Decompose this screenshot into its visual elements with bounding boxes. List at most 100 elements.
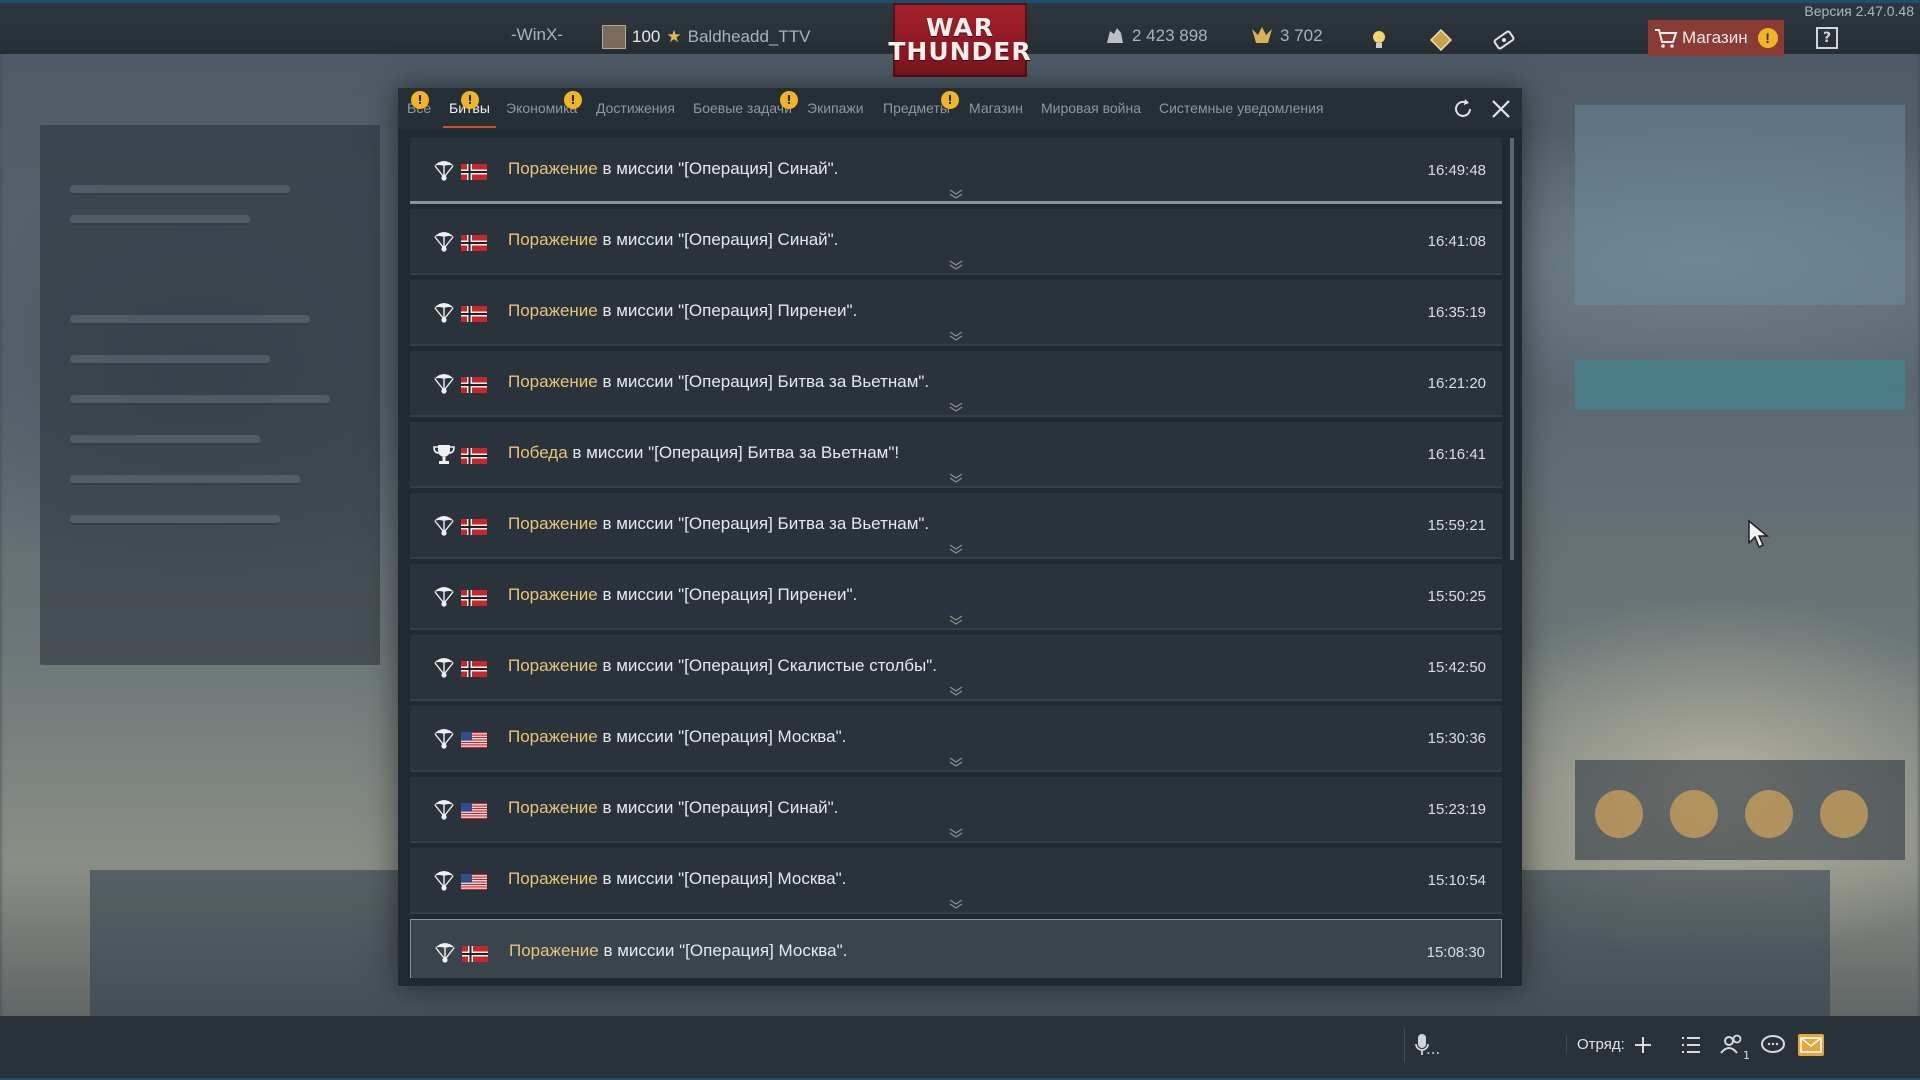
mission-text: в миссии "[Операция] Синай". bbox=[597, 159, 839, 178]
tab-battles[interactable]: Битвы ! bbox=[443, 91, 496, 128]
notification-time: 15:30:36 bbox=[1427, 730, 1486, 747]
mission-text: в миссии "[Операция] Синай". bbox=[597, 798, 839, 817]
expand-chevron-icon[interactable] bbox=[948, 894, 964, 909]
mission-text: в миссии "[Операция] Москва". bbox=[597, 869, 847, 888]
tab-label: Достижения bbox=[596, 100, 675, 116]
golden-eagles-balance[interactable]: 3 702 bbox=[1250, 25, 1323, 47]
squad-label: Отряд: bbox=[1566, 1036, 1625, 1053]
version-label: Версия 2.47.0.48 bbox=[1804, 3, 1914, 19]
tab-all[interactable]: Все ! bbox=[407, 91, 431, 116]
tab-label: Предметы bbox=[883, 100, 950, 116]
tab-label: Системные уведомления bbox=[1159, 100, 1324, 116]
usa-flag-icon bbox=[461, 732, 487, 748]
notifications-window: Все ! Битвы ! Экономика ! Достижения Бое… bbox=[398, 88, 1522, 986]
logo-line-2: THUNDER bbox=[888, 37, 1032, 66]
notification-row[interactable]: Поражение в миссии "[Операция] Москва". 1… bbox=[410, 848, 1502, 914]
tab-shop[interactable]: Магазин bbox=[969, 100, 1023, 116]
notification-row[interactable]: Поражение в миссии "[Операция] Москва". 1… bbox=[410, 706, 1502, 772]
refresh-button[interactable] bbox=[1450, 96, 1476, 122]
battle-result: Поражение bbox=[508, 301, 598, 320]
expand-chevron-icon[interactable] bbox=[948, 184, 964, 199]
notification-row[interactable]: Поражение в миссии "[Операция] Битва за … bbox=[410, 493, 1502, 559]
coupon-icon[interactable] bbox=[1489, 25, 1519, 55]
notification-list[interactable]: Поражение в миссии "[Операция] Синай". 16… bbox=[410, 138, 1502, 978]
golden-eagles-value: 3 702 bbox=[1280, 26, 1323, 45]
help-button[interactable]: ? bbox=[1816, 27, 1838, 49]
battle-result: Поражение bbox=[508, 585, 598, 604]
expand-chevron-icon[interactable] bbox=[948, 326, 964, 341]
silver-lions-balance[interactable]: 2 423 898 bbox=[1104, 25, 1208, 47]
premium-diamond-icon[interactable] bbox=[1426, 25, 1456, 55]
notification-row[interactable]: Поражение в миссии "[Операция] Синай". 15… bbox=[410, 777, 1502, 843]
expand-chevron-icon[interactable] bbox=[948, 539, 964, 554]
germany-flag-icon bbox=[461, 590, 487, 606]
player-info[interactable]: 100 ★ Baldheadd_TTV bbox=[602, 25, 811, 49]
tab-world-war[interactable]: Мировая война bbox=[1041, 100, 1141, 116]
add-squad-member-button[interactable] bbox=[1628, 1030, 1658, 1060]
usa-flag-icon bbox=[461, 803, 487, 819]
expand-chevron-icon[interactable] bbox=[948, 823, 964, 838]
notification-message: Поражение в миссии "[Операция] Москва". bbox=[508, 727, 846, 747]
mission-text: в миссии "[Операция] Скалистые столбы". bbox=[597, 656, 938, 675]
mission-text: в миссии "[Операция] Москва". bbox=[597, 727, 847, 746]
mission-text: в миссии "[Операция] Битва за Вьетнам". bbox=[597, 514, 930, 533]
close-icon bbox=[1492, 100, 1510, 118]
expand-chevron-icon[interactable] bbox=[948, 468, 964, 483]
bottom-bar: ... Отряд: 1 bbox=[0, 1016, 1920, 1080]
shop-button[interactable]: Магазин ! bbox=[1648, 20, 1784, 56]
trophy-icon bbox=[432, 442, 456, 466]
tab-battle-tasks[interactable]: Боевые задачи ! bbox=[693, 91, 798, 116]
parachute-icon bbox=[433, 940, 457, 964]
expand-chevron-icon[interactable] bbox=[948, 752, 964, 767]
notification-time: 15:10:54 bbox=[1427, 872, 1486, 889]
list-button[interactable] bbox=[1676, 1030, 1706, 1060]
notification-row[interactable]: Поражение в миссии "[Операция] Москва". 1… bbox=[410, 919, 1502, 978]
mail-button[interactable] bbox=[1798, 1034, 1824, 1056]
tab-achievements[interactable]: Достижения bbox=[596, 100, 675, 116]
germany-flag-icon bbox=[461, 519, 487, 535]
tab-items[interactable]: Предметы ! bbox=[883, 91, 959, 116]
clan-tag[interactable]: -WinX- bbox=[511, 25, 563, 45]
close-button[interactable] bbox=[1488, 96, 1514, 122]
notification-row[interactable]: Победа в миссии "[Операция] Битва за Вье… bbox=[410, 422, 1502, 488]
friends-button[interactable]: 1 bbox=[1718, 1030, 1750, 1062]
notification-row[interactable]: Поражение в миссии "[Операция] Пиренеи".… bbox=[410, 280, 1502, 346]
germany-flag-icon bbox=[461, 448, 487, 464]
avatar[interactable] bbox=[602, 25, 626, 49]
silver-lion-icon bbox=[1107, 28, 1123, 43]
background-rewards-panel bbox=[1575, 760, 1905, 860]
usa-flag-icon bbox=[461, 874, 487, 890]
chat-button[interactable] bbox=[1758, 1030, 1788, 1060]
parachute-icon bbox=[432, 584, 456, 608]
notification-row[interactable]: Поражение в миссии "[Операция] Пиренеи".… bbox=[410, 564, 1502, 630]
battle-result: Поражение bbox=[508, 230, 598, 249]
tab-crews[interactable]: Экипажи bbox=[807, 100, 864, 116]
hint-lightbulb-icon[interactable] bbox=[1364, 25, 1394, 55]
notification-row[interactable]: Поражение в миссии "[Операция] Синай". 16… bbox=[410, 138, 1502, 204]
player-level: 100 bbox=[632, 27, 661, 46]
battle-result: Поражение bbox=[508, 727, 598, 746]
notification-row[interactable]: Поражение в миссии "[Операция] Синай". 16… bbox=[410, 209, 1502, 275]
battle-result: Поражение bbox=[508, 869, 598, 888]
expand-chevron-icon[interactable] bbox=[948, 255, 964, 270]
battle-result: Поражение bbox=[508, 514, 598, 533]
scrollbar[interactable] bbox=[1510, 138, 1514, 560]
notification-message: Поражение в миссии "[Операция] Битва за … bbox=[508, 514, 929, 534]
notification-row[interactable]: Поражение в миссии "[Операция] Битва за … bbox=[410, 351, 1502, 417]
tab-label: Экипажи bbox=[807, 100, 864, 116]
expand-chevron-icon[interactable] bbox=[948, 681, 964, 696]
shop-label: Магазин bbox=[1682, 28, 1748, 47]
war-thunder-logo[interactable]: WAR THUNDER bbox=[888, 3, 1031, 77]
expand-chevron-icon[interactable] bbox=[948, 610, 964, 625]
mail-icon bbox=[1800, 1037, 1822, 1053]
notification-time: 16:35:19 bbox=[1427, 304, 1486, 321]
player-name: Baldheadd_TTV bbox=[687, 27, 811, 46]
germany-flag-icon bbox=[461, 164, 487, 180]
notification-time: 16:41:08 bbox=[1427, 233, 1486, 250]
notification-row[interactable]: Поражение в миссии "[Операция] Скалистые… bbox=[410, 635, 1502, 701]
tab-system-notifications[interactable]: Системные уведомления bbox=[1159, 100, 1324, 116]
tab-economy[interactable]: Экономика ! bbox=[506, 91, 582, 116]
expand-chevron-icon[interactable] bbox=[948, 397, 964, 412]
parachute-icon bbox=[432, 513, 456, 537]
voice-status-text: ... bbox=[1426, 1040, 1441, 1058]
